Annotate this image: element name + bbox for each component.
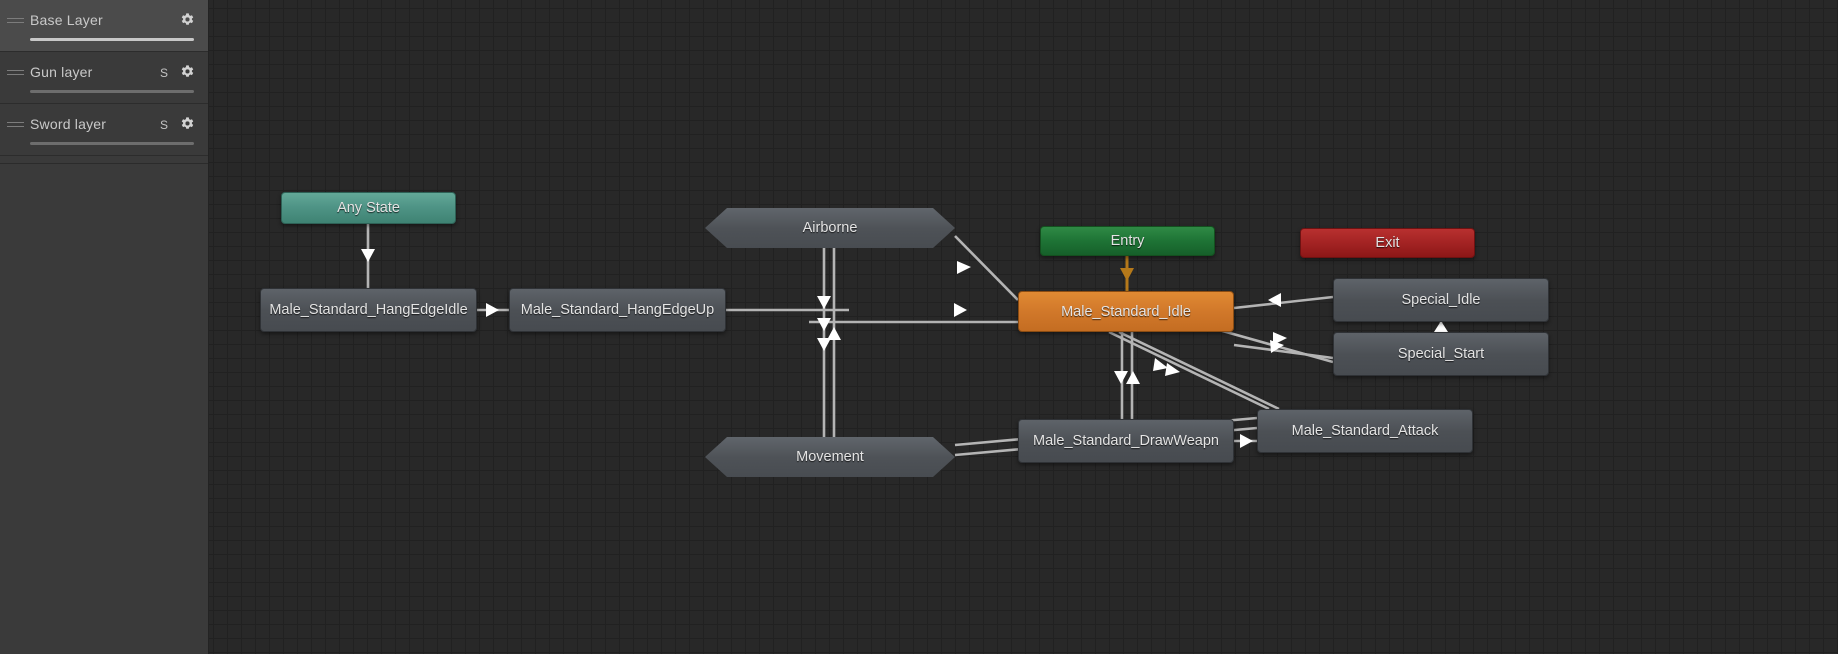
layer-weight-slider[interactable]	[30, 142, 194, 145]
node-label: Male_Standard_Idle	[1061, 303, 1191, 320]
node-label: Special_Start	[1397, 346, 1485, 362]
layer-name-label: Base Layer	[30, 12, 103, 28]
node-label: Male_Standard_Attack	[1291, 423, 1439, 439]
transition-arrow	[1114, 371, 1128, 384]
node-label: Movement	[796, 449, 864, 465]
node-exit[interactable]: Exit	[1300, 228, 1475, 258]
transition-arrow	[486, 303, 499, 317]
layer-weight-slider[interactable]	[30, 38, 194, 41]
node-entry[interactable]: Entry	[1040, 226, 1215, 256]
node-label: Entry	[1110, 233, 1145, 249]
node-attack[interactable]: Male_Standard_Attack	[1257, 409, 1473, 453]
gear-icon[interactable]	[179, 64, 196, 81]
transition-arrow	[1120, 268, 1134, 281]
layer-sync-label: S	[159, 66, 168, 80]
node-any-state[interactable]: Any State	[281, 192, 456, 224]
node-label: Exit	[1375, 235, 1400, 251]
node-draw-weapn[interactable]: Male_Standard_DrawWeapn	[1018, 419, 1234, 463]
state-machine-canvas[interactable]: Any State Male_Standard_HangEdgeIdle Mal…	[209, 0, 1838, 654]
gear-icon[interactable]	[179, 12, 196, 29]
transition-arrow	[1434, 321, 1448, 332]
node-special-start[interactable]: Special_Start	[1333, 332, 1549, 376]
node-label: Airborne	[802, 220, 858, 236]
gear-icon[interactable]	[179, 116, 196, 133]
transition-arrow	[361, 249, 375, 262]
drag-handle-icon[interactable]	[7, 18, 24, 25]
node-label: Male_Standard_DrawWeapn	[1033, 433, 1219, 449]
node-movement[interactable]: Movement	[705, 437, 955, 477]
transition-arrow	[1240, 434, 1253, 448]
transition-arrow	[817, 338, 831, 351]
layer-row-sword[interactable]: Sword layer S	[0, 104, 208, 156]
transition-arrow	[957, 261, 971, 274]
transition-line	[1233, 295, 1334, 310]
drag-handle-icon[interactable]	[7, 122, 24, 129]
node-label: Male_Standard_HangEdgeIdle	[269, 302, 468, 318]
transition-line	[1118, 330, 1280, 411]
transition-arrow	[1126, 371, 1140, 384]
layer-weight-slider[interactable]	[30, 90, 194, 93]
transition-arrow	[1273, 332, 1287, 345]
drag-handle-icon[interactable]	[7, 70, 24, 77]
transition-arrow	[954, 303, 967, 317]
node-hang-edge-up[interactable]: Male_Standard_HangEdgeUp	[509, 288, 726, 332]
animator-window: Base Layer Gun layer S Sword layer S Any…	[0, 0, 1838, 654]
transition-arrow	[817, 296, 831, 309]
layer-sync-label: S	[159, 118, 168, 132]
layers-empty-area	[0, 164, 208, 654]
node-male-standard-idle[interactable]: Male_Standard_Idle	[1018, 291, 1234, 332]
node-hang-edge-idle[interactable]: Male_Standard_HangEdgeIdle	[260, 288, 477, 332]
layer-name-label: Sword layer	[30, 116, 107, 132]
node-airborne[interactable]: Airborne	[705, 208, 955, 248]
node-label: Male_Standard_HangEdgeUp	[520, 302, 715, 318]
node-label: Special_Idle	[1401, 292, 1481, 308]
node-special-idle[interactable]: Special_Idle	[1333, 278, 1549, 322]
layer-row-base[interactable]: Base Layer	[0, 0, 208, 52]
layers-panel: Base Layer Gun layer S Sword layer S	[0, 0, 209, 654]
node-label: Any State	[337, 200, 400, 216]
layer-name-label: Gun layer	[30, 64, 93, 80]
layer-row-gun[interactable]: Gun layer S	[0, 52, 208, 104]
transition-arrow	[817, 318, 831, 331]
